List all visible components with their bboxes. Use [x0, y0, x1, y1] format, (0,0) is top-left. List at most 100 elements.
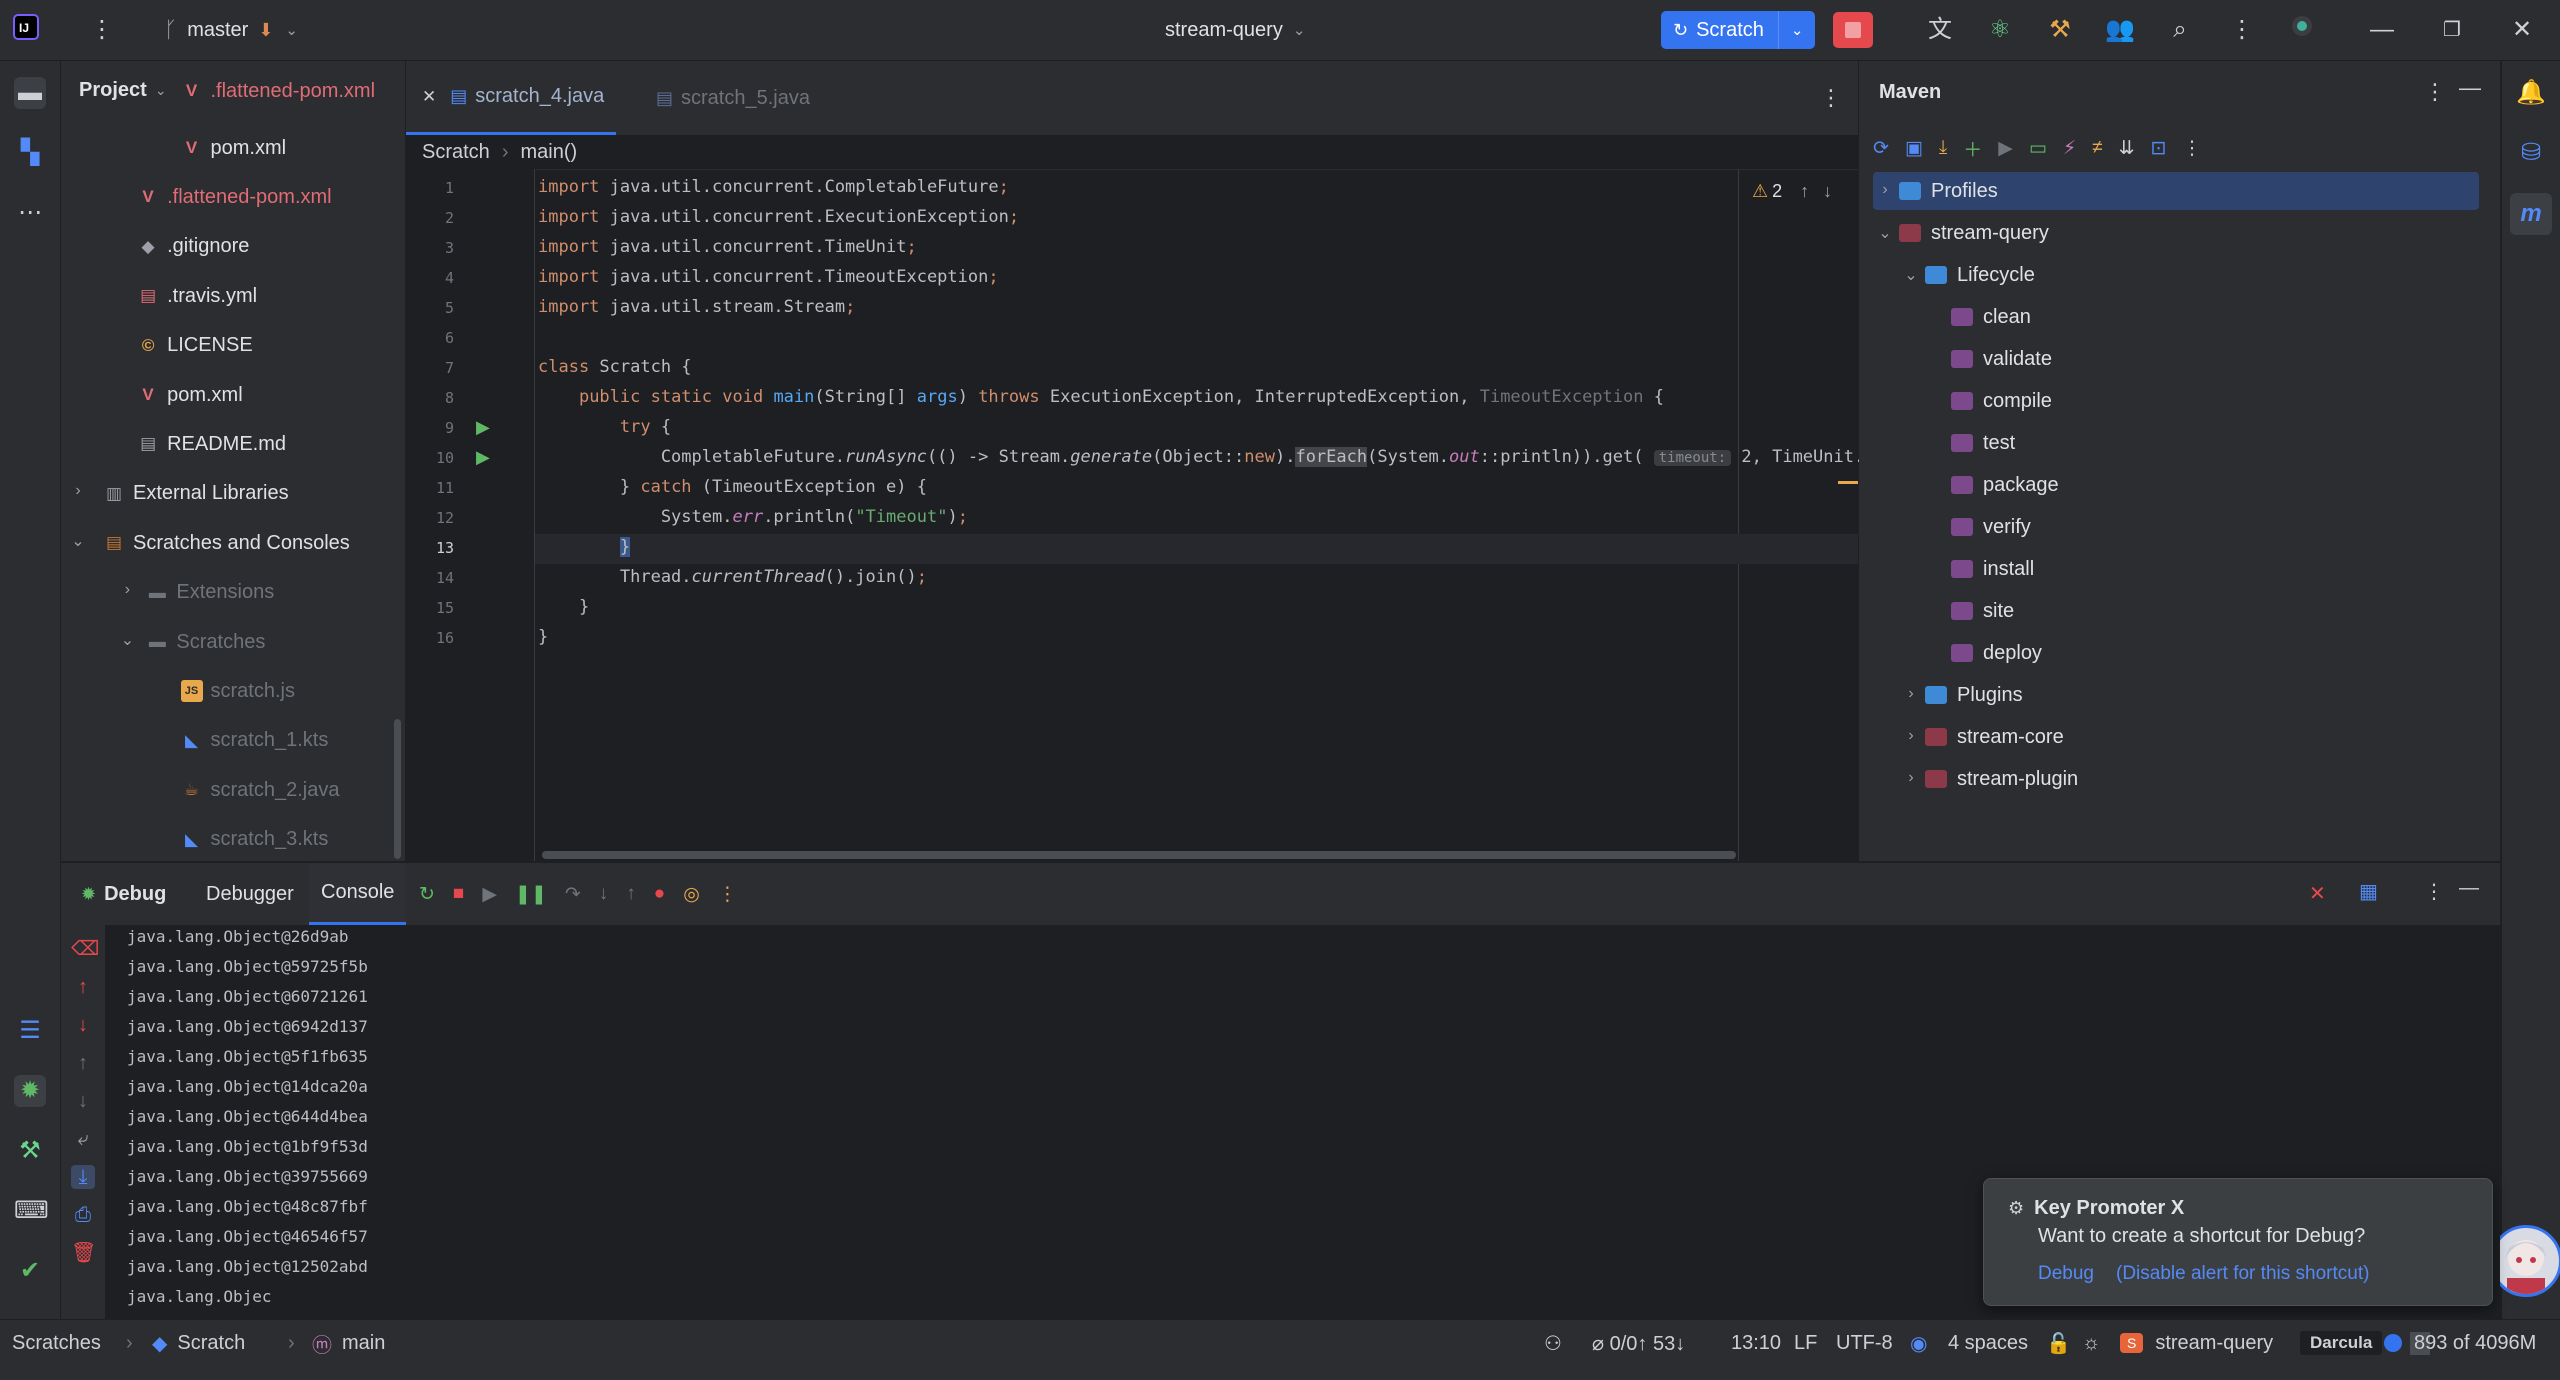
search-icon[interactable]: ⌕: [2164, 14, 2196, 46]
translate-icon[interactable]: 文: [1924, 14, 1956, 46]
run-gutter-icon[interactable]: ▶: [476, 417, 490, 438]
maven-icon[interactable]: m: [2510, 193, 2552, 235]
project-panel-header[interactable]: Project ⌄: [79, 75, 167, 105]
tree-item[interactable]: ▥ External Libraries: [103, 476, 289, 512]
chevron-right-icon[interactable]: ›: [1903, 727, 1919, 745]
maven-plugins[interactable]: Plugins: [1925, 677, 2023, 713]
maven-goal[interactable]: site: [1951, 593, 2014, 629]
chevron-down-icon[interactable]: ⌄: [1903, 265, 1919, 285]
ai-icon[interactable]: ⚇: [1544, 1320, 1562, 1366]
tree-item[interactable]: ◣ scratch_3.kts: [181, 822, 328, 858]
code-with-me-icon[interactable]: 👥: [2104, 14, 2136, 46]
soft-wrap-icon[interactable]: ⤶: [71, 1127, 95, 1151]
chevron-right-icon[interactable]: ›: [1877, 181, 1893, 199]
debug-icon[interactable]: ✹: [14, 1075, 46, 1107]
step-over-icon[interactable]: ↷: [565, 883, 581, 906]
chevron-right-icon[interactable]: ›: [1903, 685, 1919, 703]
maven-profiles[interactable]: Profiles: [1899, 173, 1998, 209]
ai-assistant-icon[interactable]: [2286, 14, 2318, 46]
tree-item[interactable]: ▤ .travis.yml: [137, 278, 257, 314]
restore-icon[interactable]: ❐: [2436, 14, 2468, 46]
main-menu-icon[interactable]: ⋮: [86, 14, 118, 46]
more-options-icon[interactable]: ⋮: [2424, 879, 2444, 904]
tree-item[interactable]: ◣ scratch_1.kts: [181, 723, 328, 759]
chevron-down-icon[interactable]: ⌄: [1791, 21, 1804, 39]
mute-breakpoints-icon[interactable]: ◎: [683, 883, 700, 906]
add-icon[interactable]: ＋: [1963, 135, 1982, 162]
project-widget[interactable]: stream-query ⌄: [1165, 14, 1305, 46]
close-icon[interactable]: ✕: [2506, 14, 2538, 46]
folder-icon[interactable]: ▬: [14, 77, 46, 109]
memory-indicator[interactable]: 893 of 4096M: [2384, 1320, 2541, 1366]
horizontal-scrollbar[interactable]: [542, 851, 1736, 859]
clear-console-icon[interactable]: ⌫: [71, 937, 99, 961]
maven-project[interactable]: stream-query: [1899, 215, 2049, 251]
tab-scratch-4[interactable]: ✕ ▤ scratch_4.java: [406, 61, 616, 135]
line-separator[interactable]: LF: [1794, 1320, 1817, 1366]
resume-icon[interactable]: ▶: [482, 883, 497, 906]
chevron-right-icon[interactable]: ›: [1903, 769, 1919, 787]
caret-position[interactable]: 13:10: [1731, 1320, 1781, 1366]
arrow-down-icon[interactable]: ↓: [71, 1013, 95, 1037]
more-options-icon[interactable]: ⋮: [2424, 79, 2446, 105]
tab-console[interactable]: Console: [309, 863, 407, 925]
add-project-icon[interactable]: ▣: [1905, 137, 1923, 160]
tree-item[interactable]: ▤ README.md: [137, 426, 286, 462]
maven-goal[interactable]: deploy: [1951, 635, 2042, 671]
arrow-up-icon[interactable]: ↑: [1800, 181, 1809, 202]
trash-icon[interactable]: 🗑: [71, 1241, 96, 1265]
scroll-to-end-icon[interactable]: ⤓: [71, 1165, 95, 1189]
maven-goal[interactable]: verify: [1951, 509, 2031, 545]
tree-item[interactable]: ▬ Extensions: [146, 575, 274, 611]
print-icon[interactable]: ⎙: [71, 1203, 95, 1227]
analyze-dependencies-icon[interactable]: ⊡: [2151, 137, 2167, 160]
problems-icon[interactable]: ✔: [14, 1255, 46, 1287]
theme-name[interactable]: Darcula: [2300, 1320, 2383, 1366]
hide-panel-icon[interactable]: —: [2459, 75, 2481, 101]
previous-occurrence-icon[interactable]: ↑: [71, 1051, 95, 1075]
tree-item[interactable]: ◆ .gitignore: [137, 229, 250, 265]
tree-item[interactable]: V .flattened-pom.xml: [181, 73, 375, 109]
scrollbar[interactable]: [394, 719, 401, 859]
indent-setting[interactable]: 4 spaces: [1948, 1320, 2028, 1366]
git-sync-status[interactable]: ⌀ 0/0↑ 53↓: [1592, 1320, 1685, 1366]
eye-icon[interactable]: ◉: [1910, 1320, 1927, 1366]
more-actions-icon[interactable]: ⋮: [2226, 14, 2258, 46]
notifications-icon[interactable]: 🔔: [2515, 77, 2547, 109]
stop-button[interactable]: [1833, 12, 1873, 48]
atom-plugin-icon[interactable]: ⚛: [1984, 14, 2016, 46]
status-crumb-scratch[interactable]: ◆ Scratch: [152, 1320, 245, 1366]
maven-goal[interactable]: install: [1951, 551, 2034, 587]
close-icon[interactable]: ✕: [422, 87, 436, 107]
arrow-up-icon[interactable]: ↑: [71, 975, 95, 999]
inspection-widget[interactable]: ⚠ 2 ↑ ↓: [1752, 179, 1832, 203]
pause-icon[interactable]: ❚❚: [515, 883, 547, 906]
rerun-icon[interactable]: ↻: [419, 883, 435, 906]
database-icon[interactable]: ⛁: [2515, 137, 2547, 169]
execute-goal-icon[interactable]: ▭: [2029, 137, 2047, 160]
chevron-right-icon[interactable]: ›: [70, 482, 86, 500]
file-encoding[interactable]: UTF-8: [1836, 1320, 1893, 1366]
disable-alert-link[interactable]: (Disable alert for this shortcut): [2116, 1263, 2369, 1285]
tree-item[interactable]: V .flattened-pom.xml: [137, 179, 331, 215]
hide-panel-icon[interactable]: —: [2459, 877, 2479, 900]
tree-item[interactable]: © LICENSE: [137, 328, 253, 364]
maven-lifecycle[interactable]: Lifecycle: [1925, 257, 2035, 293]
tree-item[interactable]: ☕ scratch_2.java: [181, 772, 340, 808]
tree-item[interactable]: ▤ Scratches and Consoles: [103, 525, 350, 561]
maven-module[interactable]: stream-plugin: [1925, 761, 2078, 797]
close-session-icon[interactable]: ✕: [2309, 881, 2326, 906]
breadcrumb-item-class[interactable]: Scratch: [422, 141, 490, 164]
debug-title[interactable]: ✹ Debug: [81, 863, 166, 925]
more-icon[interactable]: ⋮: [2183, 137, 2202, 160]
download-icon[interactable]: ⤓: [1939, 137, 1947, 159]
maven-goal[interactable]: clean: [1951, 299, 2031, 335]
step-out-icon[interactable]: ↑: [626, 883, 636, 905]
chevron-down-icon[interactable]: ⌄: [70, 531, 86, 551]
status-crumb-main[interactable]: ⓜ main: [312, 1320, 385, 1366]
todo-icon[interactable]: ☰: [14, 1015, 46, 1047]
minimize-icon[interactable]: —: [2366, 14, 2398, 46]
run-config-selector[interactable]: ↻ Scratch ⌄: [1661, 11, 1816, 49]
unlock-icon[interactable]: 🔓: [2046, 1320, 2071, 1366]
tree-item[interactable]: JS scratch.js: [180, 673, 295, 709]
